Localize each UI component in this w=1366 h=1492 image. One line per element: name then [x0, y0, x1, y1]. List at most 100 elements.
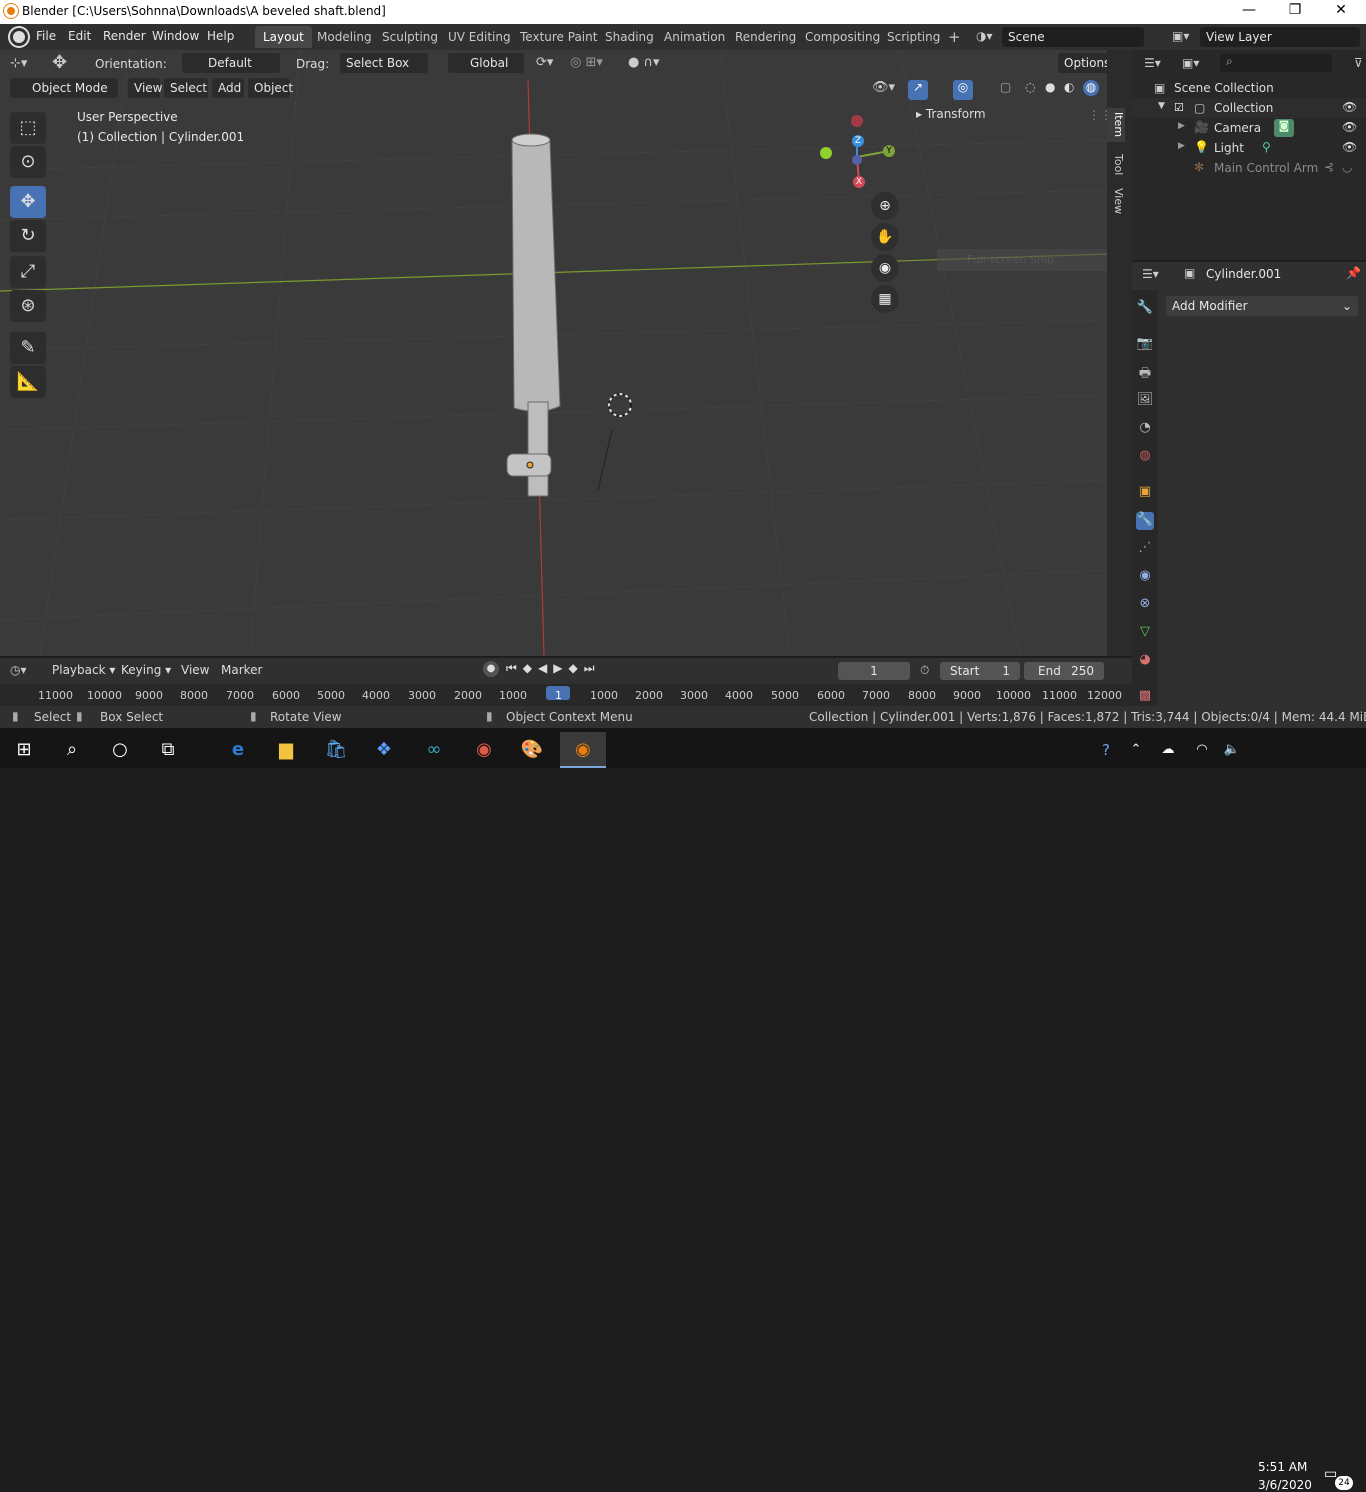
timeline-editor-icon[interactable]: ◷▾ [10, 663, 27, 677]
view-layer-field[interactable]: View Layer [1200, 27, 1360, 47]
transform-orientation-dropdown[interactable]: Global [448, 53, 524, 73]
tab-uv-editing[interactable]: UV Editing [440, 26, 519, 48]
properties-editor-icon[interactable]: ☰▾ [1142, 267, 1159, 281]
file-explorer-icon[interactable]: ▆ [266, 732, 306, 768]
menu-window[interactable]: Window [152, 29, 199, 43]
pivot-icon[interactable]: ⟳▾ [536, 55, 553, 70]
search-icon[interactable]: ⌕ [52, 732, 92, 768]
edge-browser-icon[interactable]: e [218, 732, 258, 768]
world-properties-icon[interactable]: ◍ [1136, 448, 1154, 466]
timeline-menu-playback[interactable]: Playback ▾ [52, 663, 115, 677]
scene-icon[interactable]: ◑▾ [976, 29, 993, 43]
clock-time[interactable]: 5:51 AM [1258, 1460, 1307, 1474]
clock-date[interactable]: 3/6/2020 [1258, 1478, 1312, 1492]
zoom-icon[interactable]: ⊕ [871, 192, 899, 220]
transform-tool-icon[interactable]: ⊛ [10, 290, 46, 322]
close-button[interactable]: ✕ [1318, 2, 1364, 22]
outliner-row-scene-collection[interactable]: ▣ Scene Collection [1132, 78, 1366, 98]
timeline-menu-view[interactable]: View [181, 663, 209, 677]
gizmo-y-axis[interactable]: Y [883, 145, 895, 157]
tab-modeling[interactable]: Modeling [309, 26, 380, 48]
start-menu-icon[interactable]: ⊞ [4, 732, 44, 768]
tab-rendering[interactable]: Rendering [727, 26, 804, 48]
sidebar-tab-view[interactable]: View [1107, 186, 1125, 216]
tab-layout[interactable]: Layout [255, 26, 312, 48]
constraints-properties-icon[interactable]: ⊗ [1136, 596, 1154, 614]
end-frame-field[interactable]: End 250 [1024, 662, 1104, 680]
blender-taskbar-icon[interactable]: ◉ [560, 732, 606, 768]
eye-icon[interactable]: 👁 [1342, 140, 1357, 154]
measure-tool-icon[interactable]: 📐 [10, 366, 46, 398]
tab-sculpting[interactable]: Sculpting [374, 26, 446, 48]
wireframe-shading-icon[interactable]: ◌ [1025, 80, 1035, 94]
wifi-icon[interactable]: ◠ [1190, 732, 1214, 768]
start-frame-field[interactable]: Start 1 [940, 662, 1020, 680]
menu-help[interactable]: Help [207, 29, 234, 43]
select-box-tool-icon[interactable]: ⬚ [10, 112, 46, 144]
blender-menu-icon[interactable] [10, 28, 28, 46]
gizmo-z-axis[interactable]: Z [852, 135, 864, 147]
rotate-tool-icon[interactable]: ↻ [10, 220, 46, 252]
help-icon[interactable]: ? [1092, 732, 1120, 768]
overlay-toggle-icon[interactable]: ◎ [953, 80, 973, 100]
pin-icon[interactable]: 📌 [1346, 266, 1361, 280]
cortana-icon[interactable]: ○ [100, 732, 140, 768]
store-icon[interactable]: 🛍 [316, 732, 356, 768]
expand-arrow-icon[interactable]: ▶ [1178, 121, 1185, 131]
navigation-gizmo[interactable] [820, 115, 890, 183]
solid-shading-icon[interactable]: ● [1045, 80, 1055, 94]
outliner-row-collection[interactable]: ▼ ☑ ▢ Collection 👁 [1132, 98, 1366, 118]
add-modifier-dropdown[interactable]: Add Modifier ⌄ [1166, 296, 1358, 316]
checkbox-icon[interactable]: ☑ [1174, 101, 1184, 114]
camera-data-icon[interactable]: ◙ [1274, 119, 1294, 137]
xray-icon[interactable]: ▢ [1000, 80, 1011, 94]
playback-controls[interactable]: ⏮◆◀▶◆⏭ [506, 661, 601, 676]
view-layer-properties-icon[interactable]: 🖼 [1136, 392, 1154, 410]
record-icon[interactable]: ● [483, 661, 499, 677]
outliner-editor-icon[interactable]: ☰▾ [1144, 56, 1161, 70]
chrome-icon[interactable]: ◉ [464, 732, 504, 768]
editor-type-icon[interactable]: ⊹▾ [10, 56, 27, 71]
sidebar-grip-icon[interactable]: ⋮⋮ [1088, 108, 1108, 122]
sidebar-tab-tool[interactable]: Tool [1107, 150, 1125, 180]
viewport-menu-select[interactable]: Select [164, 78, 208, 98]
menu-file[interactable]: File [36, 29, 56, 43]
gizmo-x-axis[interactable]: X [853, 176, 865, 188]
outliner-row-main-control-arm[interactable]: ✻ Main Control Arm ⊰ ◡ [1132, 158, 1366, 178]
physics-properties-icon[interactable]: ◉ [1136, 568, 1154, 586]
tab-compositing[interactable]: Compositing [797, 26, 888, 48]
viewport-menu-view[interactable]: View [128, 78, 162, 98]
modifier-properties-icon[interactable]: 🔧 [1136, 512, 1154, 530]
move-tool-icon[interactable]: ✥ [10, 186, 46, 218]
view-layer-icon[interactable]: ▣▾ [1172, 29, 1189, 43]
object-data-properties-icon[interactable]: ▽ [1136, 624, 1154, 642]
task-view-icon[interactable]: ⧉ [148, 732, 188, 768]
rendered-shading-icon[interactable]: ◍ [1083, 80, 1099, 96]
minimize-button[interactable]: — [1226, 2, 1272, 22]
texture-properties-icon[interactable]: ▩ [1136, 688, 1154, 706]
menu-render[interactable]: Render [103, 29, 146, 43]
tab-texture-paint[interactable]: Texture Paint [512, 26, 605, 48]
outliner-row-camera[interactable]: ▶ 🎥 Camera ◙ 👁 [1132, 118, 1366, 138]
display-mode-icon[interactable]: ▣▾ [1182, 56, 1199, 70]
tray-chevron-icon[interactable]: ⌃ [1124, 732, 1148, 768]
timeline-menu-marker[interactable]: Marker [221, 663, 262, 677]
add-workspace-button[interactable]: + [940, 24, 969, 46]
move-gizmo-icon[interactable]: ✥ [52, 52, 67, 73]
pan-hand-icon[interactable]: ✋ [871, 223, 899, 251]
viewport-menu-add[interactable]: Add [212, 78, 244, 98]
annotate-tool-icon[interactable]: ✎ [10, 332, 46, 364]
expand-arrow-icon[interactable]: ▼ [1158, 101, 1165, 111]
outliner-row-light[interactable]: ▶ 💡 Light ⚲ 👁 [1132, 138, 1366, 158]
dropbox-icon[interactable]: ❖ [364, 732, 404, 768]
options-dropdown[interactable]: Options [1058, 53, 1108, 73]
viewport-menu-object[interactable]: Object [248, 78, 293, 98]
tab-animation[interactable]: Animation [656, 26, 733, 48]
output-properties-icon[interactable]: 🖶 [1136, 364, 1154, 382]
scale-tool-icon[interactable]: ⤢ [10, 256, 46, 288]
maximize-button[interactable]: ❐ [1272, 2, 1318, 22]
tool-properties-icon[interactable]: 🔧 [1136, 300, 1154, 318]
snap-icon[interactable]: ◎ ⊞▾ [570, 55, 603, 70]
outliner-search-input[interactable]: ⌕ [1220, 54, 1332, 72]
tab-scripting[interactable]: Scripting [879, 26, 948, 48]
